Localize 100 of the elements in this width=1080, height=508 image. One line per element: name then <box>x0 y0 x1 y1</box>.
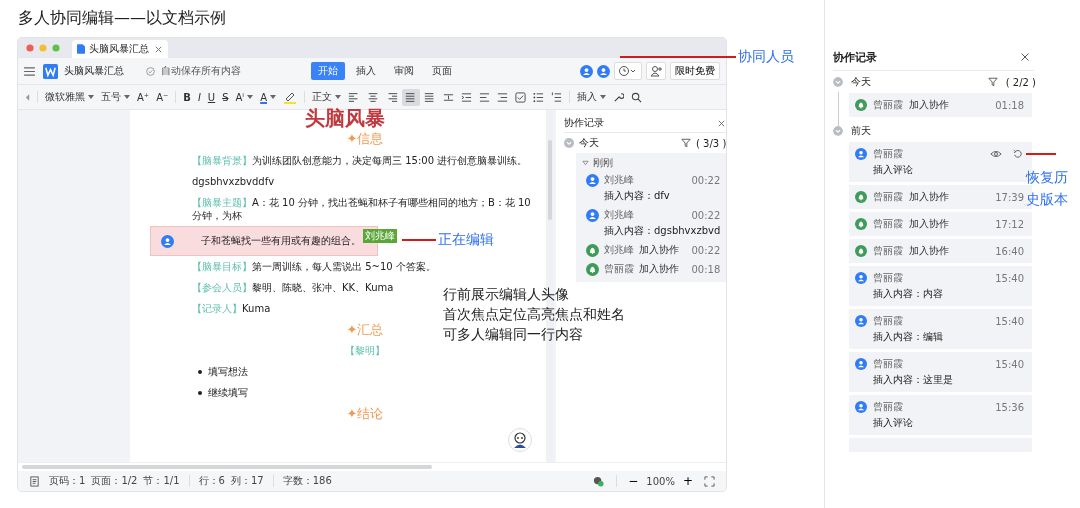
status-item: 行：6 <box>198 474 225 488</box>
day-label: 前天 <box>851 124 871 138</box>
annotation-note: 可多人编辑同一行内容 <box>443 325 584 344</box>
user-name: 刘兆峰 <box>604 173 634 187</box>
log-time: 00:22 <box>691 209 721 221</box>
log-time: 00:18 <box>691 263 721 275</box>
log-time: 15:40 <box>995 272 1024 284</box>
log-detail: 插入内容：编辑 <box>872 330 944 344</box>
section-heading: ✦信息 <box>345 130 384 148</box>
zoom-level: 100% <box>646 475 675 487</box>
group-label: 刚刚 <box>593 156 613 170</box>
log-detail: 插入内容：这里是 <box>872 373 954 387</box>
log-entry-card[interactable]: 曾丽霞 15:40 插入内容：这里是 <box>849 352 1032 392</box>
log-entry-card[interactable]: 曾丽霞 15:36 插入评论 <box>849 395 1032 435</box>
ribbon-tab[interactable]: 审阅 <box>387 62 421 80</box>
section-subheading: 【黎明】 <box>344 344 385 358</box>
page-heading: 多人协同编辑——以文档示例 <box>18 7 227 29</box>
filter-count: ( 3/3 ) <box>696 137 726 149</box>
status-item: 页面：1/2 <box>91 474 138 488</box>
ribbon-tab[interactable]: 插入 <box>349 62 383 80</box>
ribbon-tab[interactable]: 页面 <box>425 62 459 80</box>
text-effect-button[interactable]: Aⁱ <box>232 89 257 105</box>
format-button[interactable]: B <box>180 89 194 105</box>
autosave-status: 自动保存所有内容 <box>161 64 241 78</box>
font-size-dropdown[interactable]: 五号 <box>98 88 133 106</box>
panel-title: 协作记录 <box>833 49 877 65</box>
log-action: 加入协作 <box>909 244 949 258</box>
user-name: 曾丽霞 <box>873 190 903 204</box>
format-button[interactable]: U <box>204 89 219 105</box>
log-time: 16:40 <box>995 245 1024 257</box>
log-time: 17:12 <box>995 218 1024 230</box>
annotation-label: 正在编辑 <box>438 231 494 249</box>
panel-title: 协作记录 <box>564 116 604 130</box>
filter-count: ( 2/2 ) <box>1005 76 1036 88</box>
font-dropdown[interactable]: 微软雅黑 <box>42 88 97 106</box>
paragraph: 【脑暴目标】第一周训练，每人需说出 5~10 个答案。 <box>192 260 436 274</box>
paragraph: 【参会人员】黎明、陈晓、张冲、KK、Kuma <box>192 281 394 295</box>
log-detail: 插入评论 <box>872 416 914 430</box>
status-item: 页码：1 <box>49 474 86 488</box>
status-item: 节：1/1 <box>143 474 180 488</box>
section-heading: ✦结论 <box>345 405 384 423</box>
document-tab[interactable]: 头脑风暴汇总 <box>72 40 168 58</box>
user-name: 曾丽霞 <box>873 400 903 414</box>
ribbon-tab[interactable]: 开始 <box>311 62 345 80</box>
promo-button[interactable]: 限时免费 <box>670 62 720 80</box>
paragraph-style-dropdown[interactable]: 正文 <box>309 88 344 106</box>
user-name: 刘兆峰 <box>604 208 634 222</box>
log-detail: 插入内容：内容 <box>872 287 944 301</box>
log-time: 15:40 <box>995 358 1024 370</box>
paragraph: 【脑暴背景】为训练团队创意能力，决定每周三 15:00 进行创意脑暴训练。 <box>192 154 528 168</box>
user-name: 曾丽霞 <box>873 244 903 258</box>
log-entry-card[interactable]: 曾丽霞 加入协作 01:18 <box>849 93 1032 117</box>
font-size-button[interactable]: A⁻ <box>153 89 172 105</box>
tab-title: 头脑风暴汇总 <box>89 42 150 56</box>
day-label: 今天 <box>579 136 599 150</box>
zoom-out-button[interactable]: − <box>626 474 641 488</box>
log-time: 01:18 <box>995 99 1024 111</box>
user-name: 曾丽霞 <box>873 217 903 231</box>
user-name: 曾丽霞 <box>873 271 903 285</box>
insert-dropdown[interactable]: 插入 <box>574 88 609 106</box>
log-time: 15:40 <box>995 315 1024 327</box>
font-size-button[interactable]: A⁺ <box>134 89 153 105</box>
log-time: 00:22 <box>691 174 721 186</box>
document-title: 头脑风暴汇总 <box>64 64 124 78</box>
user-name: 曾丽霞 <box>873 98 903 112</box>
log-action: 加入协作 <box>639 262 679 276</box>
log-action: 加入协作 <box>909 98 949 112</box>
log-entry-card[interactable]: 曾丽霞 15:40 插入内容：编辑 <box>849 309 1032 349</box>
log-entry-card[interactable]: 曾丽霞 加入协作 16:40 <box>849 239 1032 263</box>
log-action: 加入协作 <box>909 217 949 231</box>
format-button[interactable]: I <box>194 89 204 105</box>
section-heading: ✦汇总 <box>345 321 384 339</box>
zoom-in-button[interactable]: + <box>680 474 695 488</box>
user-name: 曾丽霞 <box>604 262 634 276</box>
log-detail: 插入评论 <box>872 163 914 177</box>
list-item: 填写想法 <box>208 365 248 378</box>
paragraph: 【记录人】Kuma <box>192 302 271 316</box>
annotation-note: 首次焦点定位高亮焦点和姓名 <box>443 305 625 324</box>
format-button[interactable]: S <box>219 89 232 105</box>
user-name: 曾丽霞 <box>873 357 903 371</box>
user-name: 刘兆峰 <box>604 243 634 257</box>
log-action: 加入协作 <box>909 190 949 204</box>
paragraph: 【脑暴主题】A：花 10 分钟，找出苍蝇和杯子有哪些相同的地方；B：花 10 分钟，为杯 <box>192 196 532 223</box>
font-color-button[interactable]: A <box>257 89 279 105</box>
user-name: 曾丽霞 <box>873 314 903 328</box>
user-name: 曾丽霞 <box>873 147 903 161</box>
day-label: 今天 <box>851 75 871 89</box>
annotation-label: 协同人员 <box>738 48 794 66</box>
list-item: 继续填写 <box>208 386 248 399</box>
paragraph: 子和苍蝇找一些有用或有趣的组合。 <box>201 234 361 248</box>
log-action: 加入协作 <box>639 243 679 257</box>
paragraph: dgsbhvxzbvddfv <box>192 175 275 189</box>
status-item: 列：17 <box>230 474 264 488</box>
log-entry-card[interactable]: 曾丽霞 15:40 插入内容：内容 <box>849 266 1032 306</box>
editor-name-tag: 刘兆峰 <box>363 229 397 243</box>
log-detail: 插入内容：dgsbhvxzbvd <box>603 224 721 238</box>
log-time: 00:22 <box>691 244 721 256</box>
log-time: 15:36 <box>995 401 1024 413</box>
log-entry-card[interactable]: 曾丽霞 加入协作 17:12 <box>849 212 1032 236</box>
status-item: 字数：186 <box>282 474 332 488</box>
